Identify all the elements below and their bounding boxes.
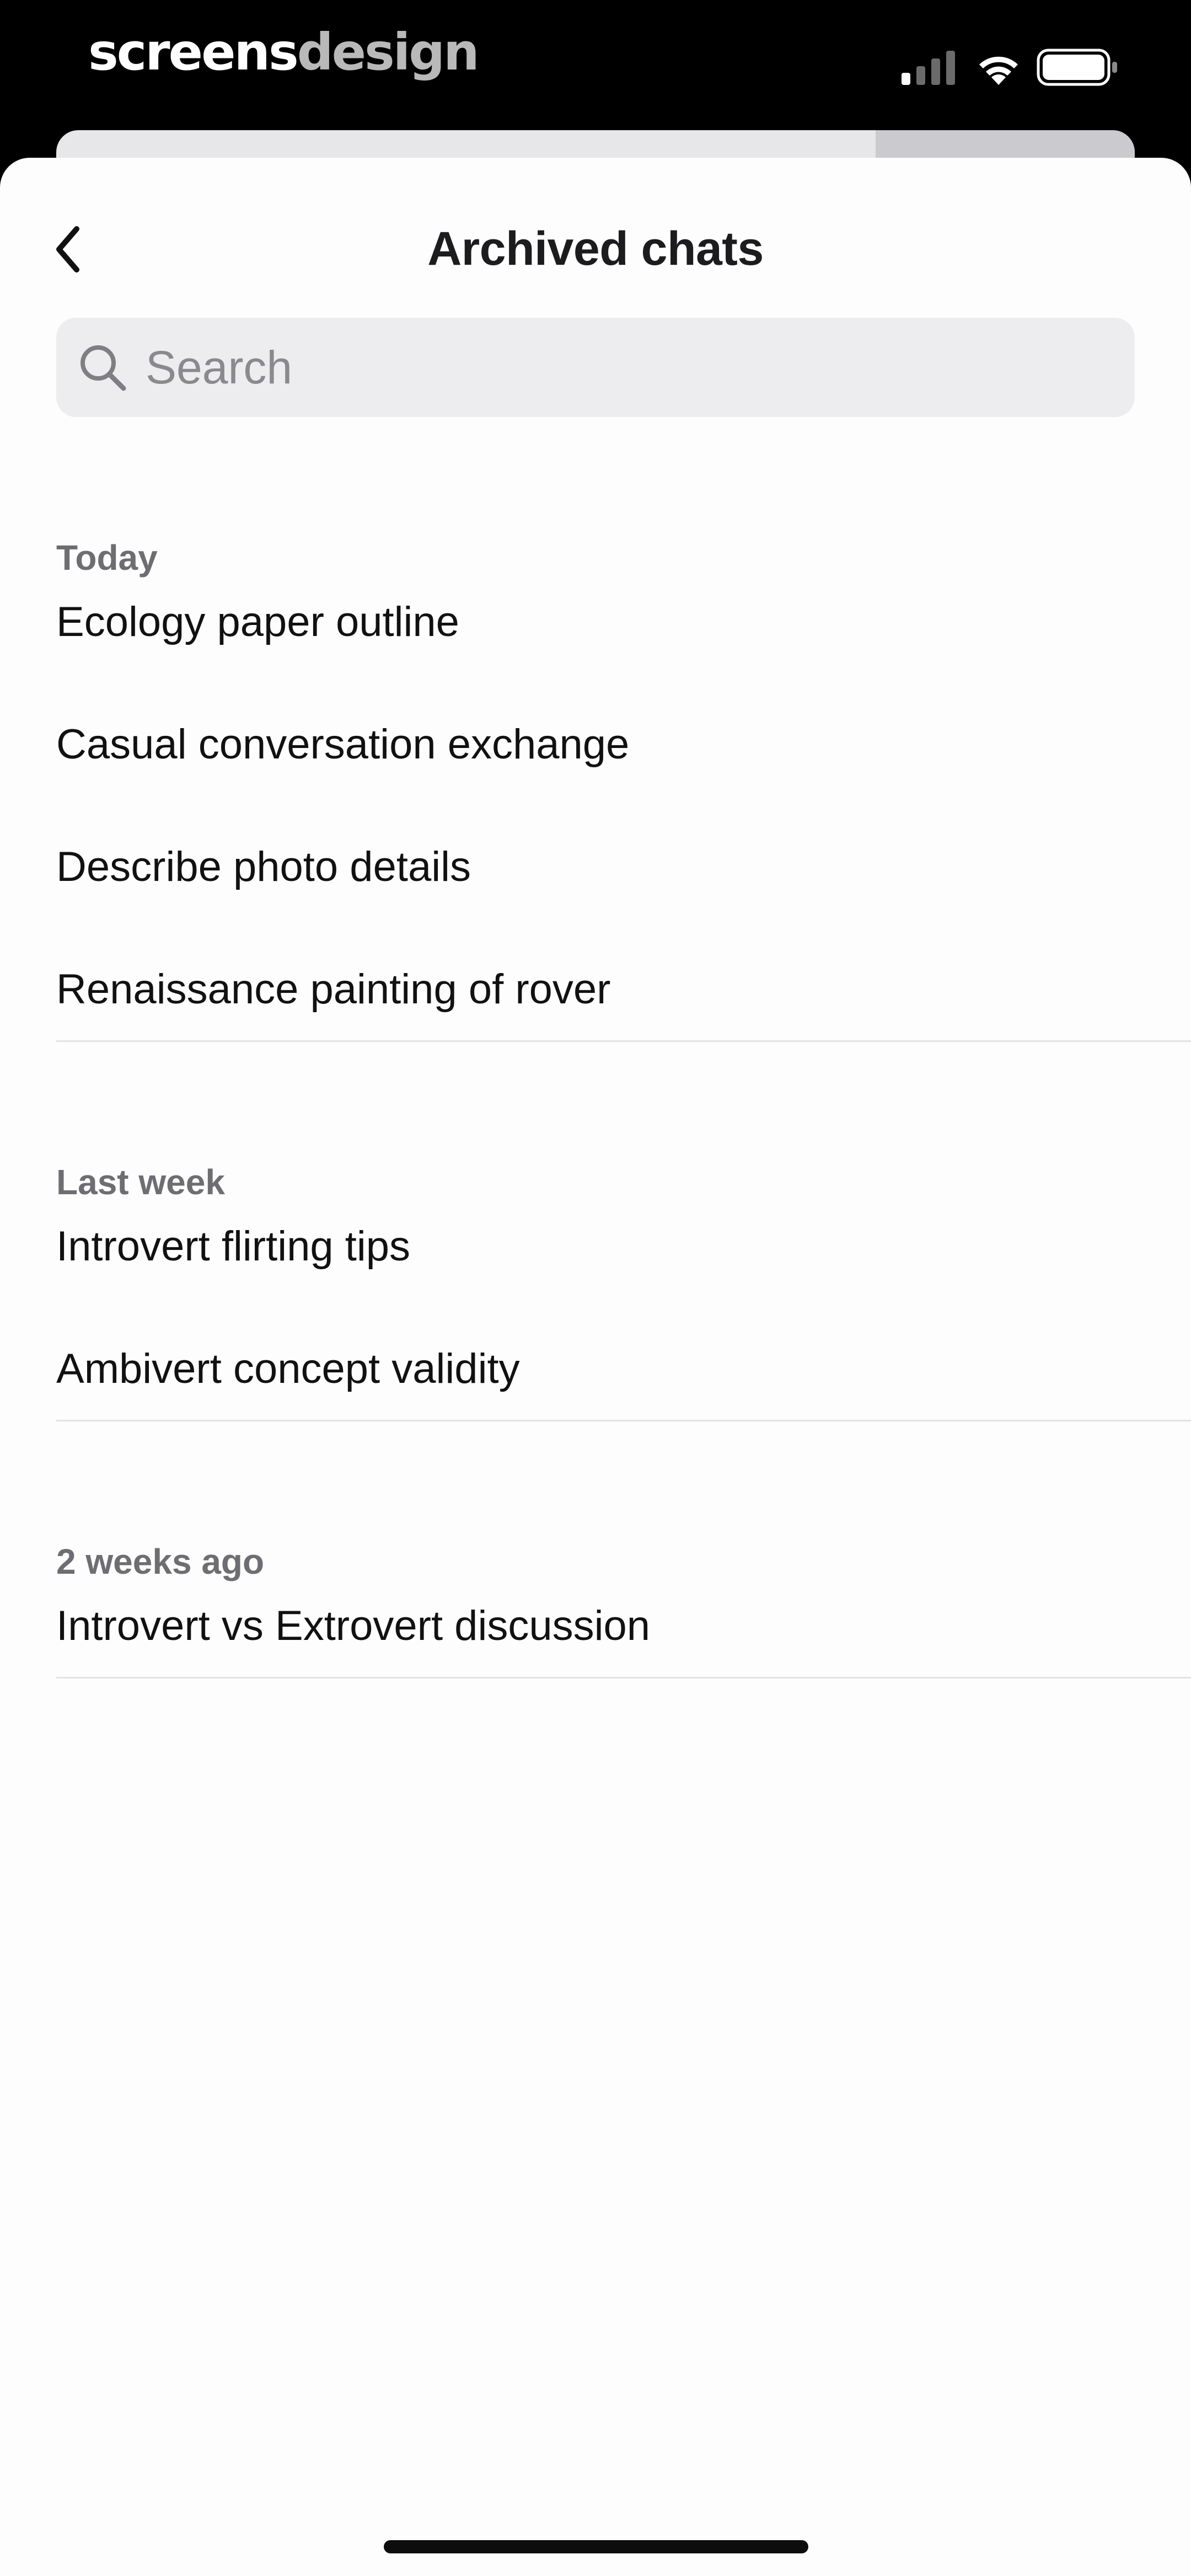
search-bar[interactable]: [56, 318, 1135, 417]
wifi-icon: [979, 56, 1018, 85]
brand-logo: screensdesign: [88, 22, 480, 83]
section-divider: [56, 1420, 1191, 1421]
page-title: Archived chats: [427, 222, 764, 275]
search-icon: [81, 345, 126, 391]
home-indicator: [384, 2540, 808, 2553]
brand-logo-part2: design: [297, 23, 480, 82]
chat-list-item[interactable]: Ecology paper outline: [56, 567, 1191, 677]
section-divider: [56, 1040, 1191, 1042]
chat-list-item[interactable]: Introvert flirting tips: [56, 1191, 1191, 1302]
cellular-signal-icon: [902, 51, 955, 85]
chat-list-item[interactable]: Ambivert concept validity: [56, 1314, 1191, 1424]
chat-list-item[interactable]: Renaissance painting of rover: [56, 934, 1191, 1045]
battery-icon: [1037, 49, 1117, 86]
status-bar: screensdesign: [0, 0, 1191, 132]
chat-list-item[interactable]: Casual conversation exchange: [56, 690, 1191, 800]
chat-list-item[interactable]: Describe photo details: [56, 812, 1191, 922]
archived-chats-sheet: Archived chats TodayEcology paper outlin…: [0, 158, 1191, 2576]
search-input[interactable]: [144, 328, 1084, 407]
section-divider: [56, 1677, 1191, 1679]
brand-logo-part1: screens: [88, 23, 299, 82]
chat-list-item[interactable]: Introvert vs Extrovert discussion: [56, 1571, 1191, 1681]
